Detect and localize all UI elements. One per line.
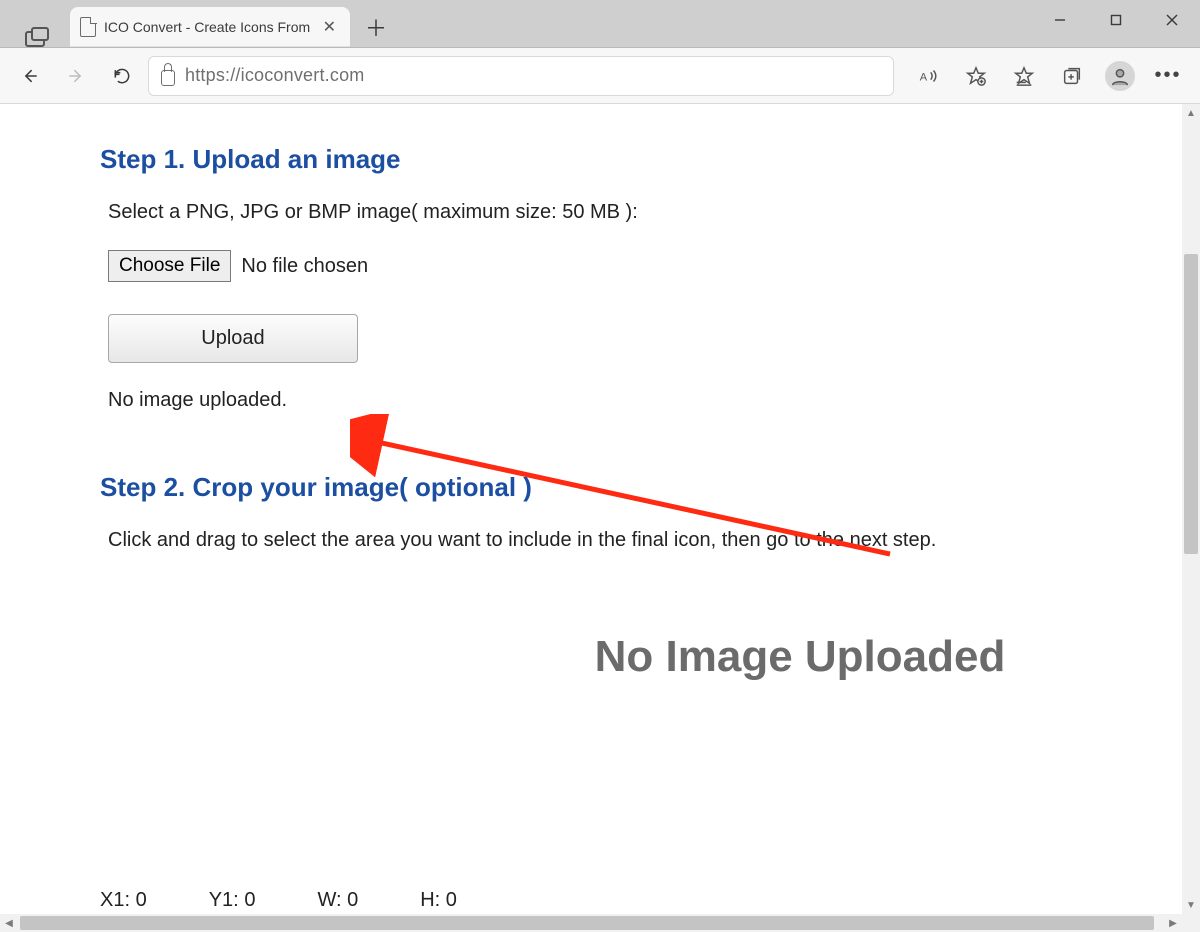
maximize-button[interactable] bbox=[1088, 0, 1144, 40]
upload-status: No image uploaded. bbox=[108, 389, 1200, 412]
page-icon bbox=[80, 17, 96, 37]
h-value: 0 bbox=[446, 889, 457, 911]
url-text: https://icoconvert.com bbox=[185, 65, 364, 86]
read-aloud-button[interactable]: A bbox=[906, 56, 950, 96]
minimize-button[interactable] bbox=[1032, 0, 1088, 40]
svg-text:A: A bbox=[920, 71, 928, 83]
step1-description: Select a PNG, JPG or BMP image( maximum … bbox=[108, 201, 1200, 224]
browser-titlebar: ICO Convert - Create Icons From ✕ ＋ bbox=[0, 0, 1200, 48]
collections-button[interactable] bbox=[1050, 56, 1094, 96]
step1-heading: Step 1. Upload an image bbox=[100, 144, 1200, 175]
page-content: Step 1. Upload an image Select a PNG, JP… bbox=[0, 104, 1200, 682]
choose-file-button[interactable]: Choose File bbox=[108, 250, 231, 282]
window-controls bbox=[1032, 0, 1200, 40]
tab-title: ICO Convert - Create Icons From bbox=[104, 19, 311, 35]
crop-coordinates: X1: 0 Y1: 0 W: 0 H: 0 bbox=[100, 889, 457, 912]
favorites-button[interactable] bbox=[1002, 56, 1046, 96]
x1-value: 0 bbox=[136, 889, 147, 911]
close-window-button[interactable] bbox=[1144, 0, 1200, 40]
tab-actions-button[interactable] bbox=[0, 31, 70, 47]
y1-value: 0 bbox=[244, 889, 255, 911]
vertical-scrollbar[interactable]: ▲ ▼ bbox=[1182, 104, 1200, 914]
lock-icon bbox=[161, 70, 175, 86]
y1-label: Y1: bbox=[209, 889, 239, 911]
back-button[interactable] bbox=[10, 56, 50, 96]
avatar-icon bbox=[1105, 61, 1135, 91]
profile-button[interactable] bbox=[1098, 56, 1142, 96]
close-tab-button[interactable]: ✕ bbox=[319, 15, 340, 39]
step2-description: Click and drag to select the area you wa… bbox=[108, 529, 1200, 552]
scroll-down-button[interactable]: ▼ bbox=[1182, 896, 1200, 914]
h-label: H: bbox=[420, 889, 440, 911]
tab-stack-icon bbox=[25, 31, 45, 47]
scroll-up-button[interactable]: ▲ bbox=[1182, 104, 1200, 122]
horizontal-scroll-thumb[interactable] bbox=[20, 916, 1154, 930]
forward-button[interactable] bbox=[56, 56, 96, 96]
ellipsis-icon: ••• bbox=[1154, 64, 1181, 87]
address-bar[interactable]: https://icoconvert.com bbox=[148, 56, 894, 96]
scrollbar-corner bbox=[1182, 914, 1200, 932]
x1-label: X1: bbox=[100, 889, 130, 911]
vertical-scroll-thumb[interactable] bbox=[1184, 254, 1198, 554]
scroll-right-button[interactable]: ▶ bbox=[1164, 914, 1182, 932]
scroll-left-button[interactable]: ◀ bbox=[0, 914, 18, 932]
upload-button[interactable]: Upload bbox=[108, 314, 358, 363]
browser-tab[interactable]: ICO Convert - Create Icons From ✕ bbox=[70, 7, 350, 47]
browser-toolbar: https://icoconvert.com A ••• bbox=[0, 48, 1200, 104]
file-status: No file chosen bbox=[241, 255, 368, 278]
refresh-button[interactable] bbox=[102, 56, 142, 96]
page-viewport: Step 1. Upload an image Select a PNG, JP… bbox=[0, 104, 1200, 914]
horizontal-scrollbar[interactable]: ◀ ▶ bbox=[0, 914, 1182, 932]
no-image-placeholder: No Image Uploaded bbox=[480, 632, 1120, 682]
add-favorite-button[interactable] bbox=[954, 56, 998, 96]
settings-menu-button[interactable]: ••• bbox=[1146, 56, 1190, 96]
w-label: W: bbox=[317, 889, 341, 911]
new-tab-button[interactable]: ＋ bbox=[356, 7, 396, 47]
w-value: 0 bbox=[347, 889, 358, 911]
step2-heading: Step 2. Crop your image( optional ) bbox=[100, 472, 1200, 503]
